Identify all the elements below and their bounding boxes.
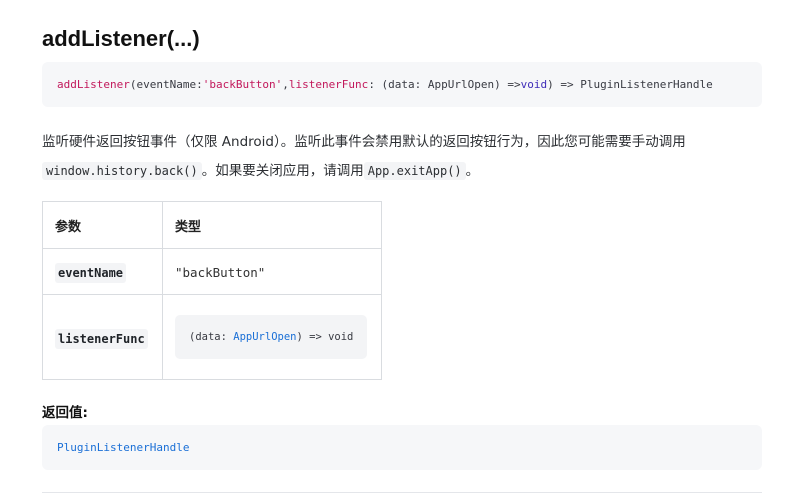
param-name-eventname: eventName — [55, 263, 127, 283]
description-text-3: 。 — [465, 163, 480, 179]
description-text-2: 。如果要关闭应用，请调用 — [201, 163, 364, 179]
history-back-code: window.history.back() — [42, 162, 202, 180]
table-row: eventName "backButton" — [42, 248, 382, 295]
sig-param1-value: 'backButton' — [202, 78, 283, 91]
type-cell: (data: AppUrlOpen) => void — [162, 294, 382, 380]
type-cell: "backButton" — [162, 248, 382, 295]
sig-method-name: addListener — [57, 78, 130, 91]
parameters-table: 参数 类型 eventName "backButton" listenerFun… — [42, 201, 382, 380]
sig-return-type: ) => PluginListenerHandle — [547, 78, 713, 91]
signature-code-block: addListener (eventName: 'backButton', lis… — [42, 62, 762, 107]
header-type: 类型 — [162, 201, 382, 249]
type-code-block: (data: AppUrlOpen) => void — [175, 315, 368, 359]
header-param: 参数 — [42, 201, 163, 249]
table-header-row: 参数 类型 — [42, 201, 382, 249]
sig-param2-type: : (data: AppUrlOpen) => — [368, 78, 521, 91]
sig-param2-name: listenerFunc — [288, 78, 369, 91]
sig-param1-open: (eventName: — [129, 78, 203, 91]
plugin-listener-handle-link[interactable]: PluginListenerHandle — [57, 441, 189, 454]
appurlopen-link[interactable]: AppUrlOpen — [233, 331, 296, 343]
param-cell: listenerFunc — [42, 294, 163, 380]
returns-title: 返回值: — [42, 405, 88, 421]
sig-comma: , — [282, 78, 289, 91]
section-divider — [42, 492, 762, 493]
method-heading: addListener(...) — [42, 26, 200, 51]
description-paragraph: 监听硬件返回按钮事件（仅限 Android）。监听此事件会禁用默认的返回按钮行为… — [42, 128, 762, 186]
returns-code-block: PluginListenerHandle — [42, 425, 762, 470]
sig-void-keyword: void — [520, 78, 548, 91]
param-cell: eventName — [42, 248, 163, 295]
type-prefix: (data: — [189, 331, 234, 343]
type-value-backbutton: "backButton" — [175, 265, 266, 280]
param-name-listenerfunc: listenerFunc — [55, 328, 148, 349]
type-suffix: ) => void — [296, 331, 354, 343]
table-row: listenerFunc (data: AppUrlOpen) => void — [42, 294, 382, 380]
description-text-1: 监听硬件返回按钮事件（仅限 Android）。监听此事件会禁用默认的返回按钮行为… — [42, 134, 686, 150]
exit-app-code: App.exitApp() — [363, 162, 466, 180]
